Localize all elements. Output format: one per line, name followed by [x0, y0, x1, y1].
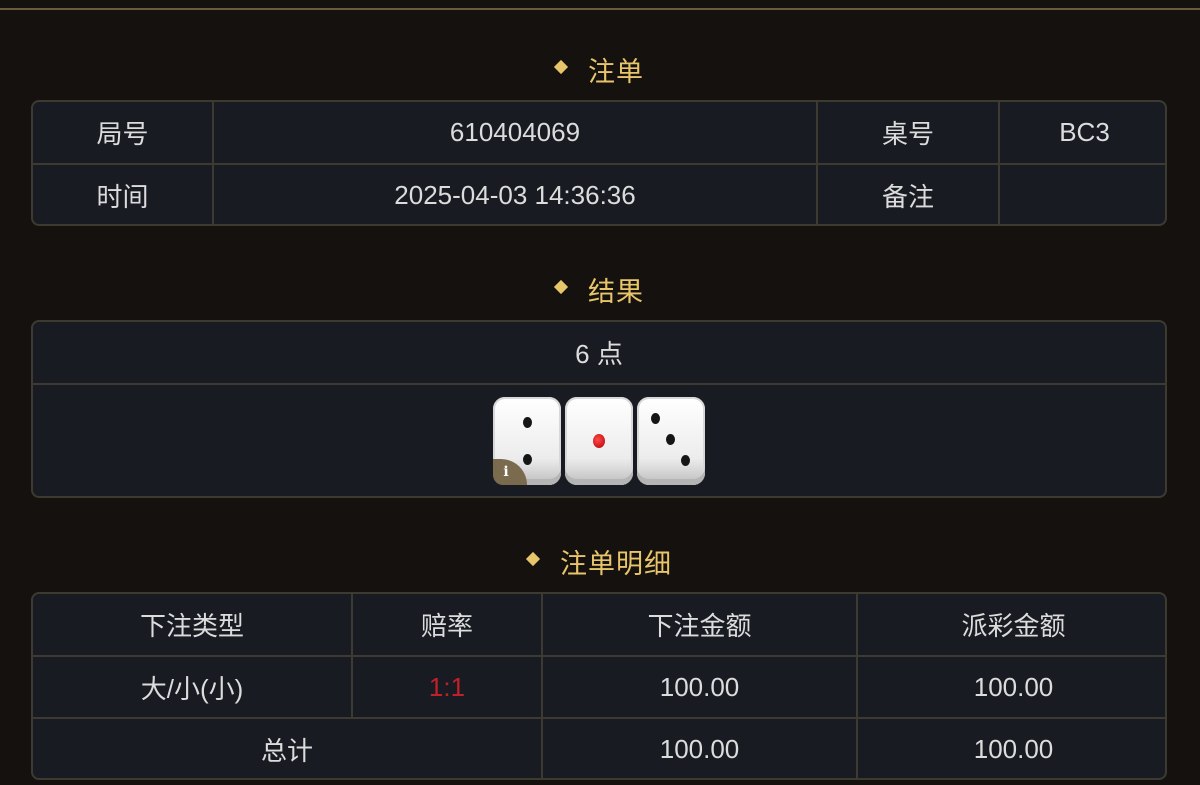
die-3: [637, 396, 705, 485]
header-bet-type: 下注类型: [33, 594, 353, 657]
top-divider: [0, 8, 1200, 10]
bet-info-table: 局号 610404069 桌号 BC3 时间 2025-04-03 14:36:…: [33, 102, 1165, 224]
round-value: 610404069: [213, 102, 818, 165]
bet-info-row: 局号 610404069 桌号 BC3: [33, 102, 1165, 165]
info-icon[interactable]: i: [493, 458, 527, 485]
diamond-icon: [525, 551, 541, 566]
dice-row: i: [33, 385, 1165, 496]
result-points: 6 点: [33, 322, 1165, 385]
die-2: [565, 396, 633, 485]
die-1: i: [493, 396, 561, 485]
bet-type-cell: 大/小(小): [33, 656, 353, 719]
detail-table: 下注类型 赔率 下注金额 派彩金额 大/小(小) 1:1 100.00 100.…: [33, 594, 1165, 778]
section-title-detail-label: 注单明细: [560, 549, 672, 579]
odds-cell: 1:1: [352, 656, 543, 719]
remark-label: 备注: [817, 164, 1000, 224]
header-bet-amount: 下注金额: [542, 594, 858, 657]
total-label: 总计: [33, 718, 543, 778]
diamond-icon: [553, 279, 569, 294]
bet-amount-cell: 100.00: [542, 656, 858, 719]
detail-header-row: 下注类型 赔率 下注金额 派彩金额: [33, 594, 1165, 657]
round-label: 局号: [33, 102, 214, 165]
payout-cell: 100.00: [857, 656, 1165, 719]
header-payout: 派彩金额: [857, 594, 1165, 657]
table-row: 大/小(小) 1:1 100.00 100.00: [33, 656, 1165, 719]
total-row: 总计 100.00 100.00: [33, 718, 1165, 778]
section-title-detail: 注单明细: [0, 542, 1200, 581]
header-odds: 赔率: [352, 594, 543, 657]
bet-info-panel: 局号 610404069 桌号 BC3 时间 2025-04-03 14:36:…: [31, 100, 1167, 226]
table-label: 桌号: [817, 102, 1000, 165]
bet-info-row: 时间 2025-04-03 14:36:36 备注: [33, 164, 1165, 224]
remark-value: [999, 164, 1165, 224]
section-title-bet: 注单: [0, 50, 1200, 89]
detail-panel: 下注类型 赔率 下注金额 派彩金额 大/小(小) 1:1 100.00 100.…: [31, 592, 1167, 780]
table-value: BC3: [999, 102, 1165, 165]
section-title-result-label: 结果: [588, 277, 644, 307]
time-value: 2025-04-03 14:36:36: [213, 164, 818, 224]
diamond-icon: [553, 59, 569, 74]
section-title-result: 结果: [0, 270, 1200, 309]
result-panel: 6 点 i: [31, 320, 1167, 498]
section-title-bet-label: 注单: [588, 57, 644, 87]
total-bet: 100.00: [542, 718, 858, 778]
total-payout: 100.00: [973, 734, 1054, 764]
time-label: 时间: [33, 164, 214, 224]
